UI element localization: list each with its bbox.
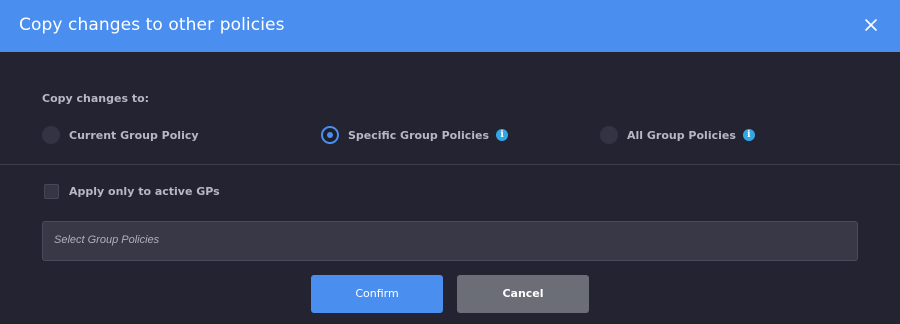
radio-all-group-policies[interactable]: All Group Policies i xyxy=(600,125,755,145)
radio-label: Specific Group Policies xyxy=(348,128,490,142)
info-icon[interactable]: i xyxy=(496,129,509,141)
apply-active-only-checkbox[interactable] xyxy=(44,184,59,199)
divider xyxy=(0,164,900,165)
radio-button[interactable] xyxy=(42,126,60,144)
radio-current-group-policy[interactable]: Current Group Policy xyxy=(42,125,199,145)
cancel-button[interactable]: Cancel xyxy=(457,275,589,313)
radio-label: Current Group Policy xyxy=(69,128,199,142)
confirm-button[interactable]: Confirm xyxy=(311,275,443,313)
group-policies-select[interactable]: Select Group Policies xyxy=(42,221,858,261)
radio-button[interactable] xyxy=(600,126,618,144)
close-icon[interactable] xyxy=(864,17,878,31)
select-placeholder: Select Group Policies xyxy=(54,234,160,246)
apply-active-only-option[interactable]: Apply only to active GPs xyxy=(44,184,220,199)
radio-specific-group-policies[interactable]: Specific Group Policies i xyxy=(321,125,509,145)
radio-button-selected[interactable] xyxy=(321,126,339,144)
apply-active-only-label: Apply only to active GPs xyxy=(69,185,220,198)
dialog-header: Copy changes to other policies xyxy=(0,0,900,52)
info-icon[interactable]: i xyxy=(742,129,755,141)
copy-to-label: Copy changes to: xyxy=(42,92,150,105)
radio-label: All Group Policies xyxy=(627,128,736,142)
dialog-title: Copy changes to other policies xyxy=(19,15,285,35)
copy-changes-dialog: Copy changes to other policies Copy chan… xyxy=(0,0,900,324)
